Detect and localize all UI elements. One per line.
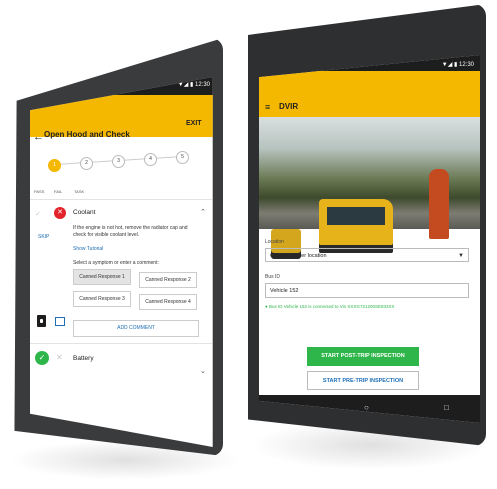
step-5[interactable]: 5 xyxy=(176,151,189,164)
skip-link[interactable]: SKIP xyxy=(38,234,49,240)
bus-id-field[interactable]: Vehicle 152 xyxy=(265,283,469,298)
divider xyxy=(30,199,213,200)
location-label: Location xyxy=(265,239,284,245)
fail-column-header: FAIL xyxy=(54,189,63,194)
step-4[interactable]: 4 xyxy=(144,153,157,166)
pass-column-header: PASS xyxy=(34,189,45,194)
page-title: DVIR xyxy=(279,102,299,111)
step-3[interactable]: 3 xyxy=(112,155,125,168)
home-nav-icon[interactable]: ○ xyxy=(364,403,369,412)
location-value: Choose carrier location xyxy=(270,253,327,259)
person-shape xyxy=(429,169,449,239)
bus-shape xyxy=(319,199,393,253)
hamburger-icon[interactable]: ≡ xyxy=(265,102,270,112)
start-pre-trip-button[interactable]: START PRE-TRIP INSPECTION xyxy=(307,371,419,390)
chevron-up-icon[interactable]: ⌃ xyxy=(200,208,206,216)
status-time: ▼◢ ▮ 12:30 xyxy=(441,62,474,68)
task-title: Coolant xyxy=(73,209,96,216)
exit-button[interactable]: EXIT xyxy=(186,120,202,127)
task-description: If the engine is not hot, remove the rad… xyxy=(73,225,188,238)
step-2[interactable]: 2 xyxy=(80,157,93,170)
canned-response-2[interactable]: Canned Response 2 xyxy=(139,272,197,288)
right-tablet: ▼◢ ▮ 12:30 ≡ DVIR Location Choose carrie… xyxy=(240,0,497,489)
add-comment-button[interactable]: ADD COMMENT xyxy=(73,320,199,337)
task-title-battery: Battery xyxy=(73,355,94,362)
start-post-trip-button[interactable]: START POST-TRIP INSPECTION xyxy=(307,347,419,366)
comment-prompt: Select a symptom or enter a comment: xyxy=(73,260,159,266)
connection-status: ● Bus ID Vehicle 152 is connected to Vin… xyxy=(265,304,395,309)
camera-icon[interactable] xyxy=(37,315,46,327)
left-tablet-screen: ▼◢ ▮ 12:30 ← Open Hood and Check EXIT 1 … xyxy=(30,77,213,447)
bus-id-label: Bus ID xyxy=(265,274,281,280)
step-connector xyxy=(155,156,179,159)
app-bar: ≡ DVIR xyxy=(259,71,480,117)
canned-response-4[interactable]: Canned Response 4 xyxy=(139,294,197,310)
recent-apps-icon[interactable]: □ xyxy=(444,403,449,412)
canned-response-1[interactable]: Canned Response 1 xyxy=(73,269,131,285)
step-connector xyxy=(59,162,83,165)
left-tablet: ▼◢ ▮ 12:30 ← Open Hood and Check EXIT 1 … xyxy=(0,0,250,489)
canned-response-3[interactable]: Canned Response 3 xyxy=(73,291,131,307)
step-connector xyxy=(91,160,115,163)
show-tutorial-link[interactable]: Show Tutorial xyxy=(73,246,103,252)
stepper: 1 2 3 4 5 xyxy=(40,137,213,175)
pass-check-icon[interactable]: ✓ xyxy=(35,210,41,218)
location-select[interactable]: Choose carrier location ▼ xyxy=(265,248,469,262)
school-bus-photo xyxy=(259,117,480,259)
right-tablet-screen: ▼◢ ▮ 12:30 ≡ DVIR Location Choose carrie… xyxy=(259,55,480,423)
fail-x-icon[interactable]: ✕ xyxy=(56,353,63,362)
pass-check-icon[interactable]: ✓ xyxy=(35,351,49,365)
image-icon[interactable] xyxy=(55,317,65,326)
fail-x-icon[interactable]: ✕ xyxy=(54,207,66,219)
task-column-header: TASK xyxy=(74,189,85,194)
step-1[interactable]: 1 xyxy=(48,159,61,172)
chevron-down-icon[interactable]: ⌄ xyxy=(200,367,206,375)
connection-status-text: Bus ID Vehicle 152 is connected to Vin X… xyxy=(268,304,395,309)
step-connector xyxy=(123,158,147,161)
dropdown-arrow-icon: ▼ xyxy=(458,253,464,259)
divider xyxy=(30,343,213,344)
